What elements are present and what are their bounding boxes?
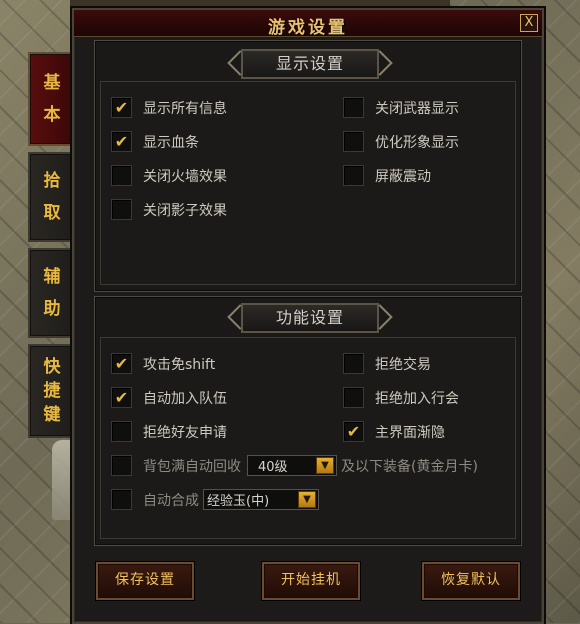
option-refuse-guild[interactable]: 拒绝加入行会 (343, 387, 459, 408)
check-icon: ✔ (346, 422, 361, 441)
recycle-level-value: 40级 (258, 460, 288, 475)
close-button[interactable]: X (520, 14, 538, 32)
tab-assist[interactable]: 辅 助 (28, 248, 76, 338)
option-ui-fade[interactable]: ✔ 主界面渐隐 (343, 421, 445, 442)
chevron-down-icon[interactable]: ▼ (316, 457, 334, 474)
checkbox-optimize-appearance[interactable] (343, 131, 364, 152)
option-disable-shadow[interactable]: 关闭影子效果 (111, 199, 227, 220)
tab-hotkeys-char-1: 快 (43, 357, 61, 377)
check-icon: ✔ (114, 98, 129, 117)
check-icon: ✔ (114, 388, 129, 407)
tab-basic-char-2: 本 (43, 105, 61, 125)
option-label: 拒绝加入行会 (375, 390, 459, 407)
save-settings-button[interactable]: 保存设置 (96, 562, 194, 600)
option-label: 自动合成 (143, 492, 199, 509)
tab-hotkeys-char-3: 键 (43, 405, 61, 425)
checkbox-block-shake[interactable] (343, 165, 364, 186)
option-optimize-appearance[interactable]: 优化形象显示 (343, 131, 459, 152)
tab-pickup[interactable]: 拾 取 (28, 152, 76, 242)
function-settings-header: 功能设置 (241, 303, 379, 333)
option-disable-firewall-effect[interactable]: 关闭火墙效果 (111, 165, 227, 186)
checkbox-auto-join-team[interactable]: ✔ (111, 387, 132, 408)
checkbox-show-hp-bar[interactable]: ✔ (111, 131, 132, 152)
option-auto-compose[interactable]: 自动合成 (111, 489, 199, 510)
start-auto-play-button[interactable]: 开始挂机 (262, 562, 360, 600)
checkbox-hide-weapon[interactable] (343, 97, 364, 118)
checkbox-refuse-friend[interactable] (111, 421, 132, 442)
option-refuse-trade[interactable]: 拒绝交易 (343, 353, 431, 374)
option-label: 主界面渐隐 (375, 424, 445, 441)
checkbox-disable-firewall-effect[interactable] (111, 165, 132, 186)
tab-pickup-char-1: 拾 (43, 171, 61, 191)
checkbox-auto-compose[interactable] (111, 489, 132, 510)
checkbox-show-all-info[interactable]: ✔ (111, 97, 132, 118)
option-label: 自动加入队伍 (143, 390, 227, 407)
option-label: 优化形象显示 (375, 134, 459, 151)
function-settings-panel: 功能设置 ✔ 攻击免shift 拒绝交易 ✔ 自动加入队伍 拒绝加入行会 拒绝好… (94, 296, 522, 546)
option-show-hp-bar[interactable]: ✔ 显示血条 (111, 131, 199, 152)
option-attack-no-shift[interactable]: ✔ 攻击免shift (111, 353, 215, 374)
compose-item-value: 经验玉(中) (207, 494, 270, 509)
checkbox-refuse-guild[interactable] (343, 387, 364, 408)
title-bar: 游戏设置 X (74, 10, 542, 38)
option-label: 攻击免shift (143, 356, 216, 373)
tab-hotkeys[interactable]: 快 捷 键 (28, 344, 76, 438)
checkbox-attack-no-shift[interactable]: ✔ (111, 353, 132, 374)
settings-window: 游戏设置 X 显示设置 ✔ 显示所有信息 关闭武器显示 ✔ 显示血条 优化形象显… (72, 8, 544, 624)
option-auto-recycle[interactable]: 背包满自动回收 (111, 455, 241, 476)
checkbox-disable-shadow[interactable] (111, 199, 132, 220)
window-title: 游戏设置 (268, 18, 348, 38)
option-label: 显示血条 (143, 134, 199, 151)
option-label: 关闭武器显示 (375, 100, 459, 117)
option-auto-join-team[interactable]: ✔ 自动加入队伍 (111, 387, 227, 408)
check-icon: ✔ (114, 354, 129, 373)
option-label: 背包满自动回收 (143, 458, 241, 475)
tab-basic[interactable]: 基 本 (28, 52, 76, 146)
check-icon: ✔ (114, 132, 129, 151)
option-show-all-info[interactable]: ✔ 显示所有信息 (111, 97, 227, 118)
compose-item-dropdown[interactable]: 经验玉(中) ▼ (203, 489, 319, 510)
recycle-suffix-label: 及以下装备(黄金月卡) (341, 459, 478, 475)
tab-hotkeys-char-2: 捷 (43, 381, 61, 401)
checkbox-refuse-trade[interactable] (343, 353, 364, 374)
option-hide-weapon[interactable]: 关闭武器显示 (343, 97, 459, 118)
option-label: 拒绝交易 (375, 356, 431, 373)
checkbox-auto-recycle[interactable] (111, 455, 132, 476)
display-settings-header: 显示设置 (241, 49, 379, 79)
tab-pickup-char-2: 取 (43, 203, 61, 223)
recycle-level-dropdown[interactable]: 40级 ▼ (247, 455, 337, 476)
tab-basic-char-1: 基 (43, 73, 61, 93)
option-label: 拒绝好友申请 (143, 424, 227, 441)
option-label: 显示所有信息 (143, 100, 227, 117)
option-block-shake[interactable]: 屏蔽震动 (343, 165, 431, 186)
restore-defaults-button[interactable]: 恢复默认 (422, 562, 520, 600)
tab-assist-char-1: 辅 (43, 267, 61, 287)
option-refuse-friend[interactable]: 拒绝好友申请 (111, 421, 227, 442)
option-label: 关闭影子效果 (143, 202, 227, 219)
option-label: 屏蔽震动 (375, 168, 431, 185)
chevron-down-icon[interactable]: ▼ (298, 491, 316, 508)
tab-assist-char-2: 助 (43, 299, 61, 319)
checkbox-ui-fade[interactable]: ✔ (343, 421, 364, 442)
display-settings-panel: 显示设置 ✔ 显示所有信息 关闭武器显示 ✔ 显示血条 优化形象显示 关闭火墙效… (94, 40, 522, 292)
option-label: 关闭火墙效果 (143, 168, 227, 185)
